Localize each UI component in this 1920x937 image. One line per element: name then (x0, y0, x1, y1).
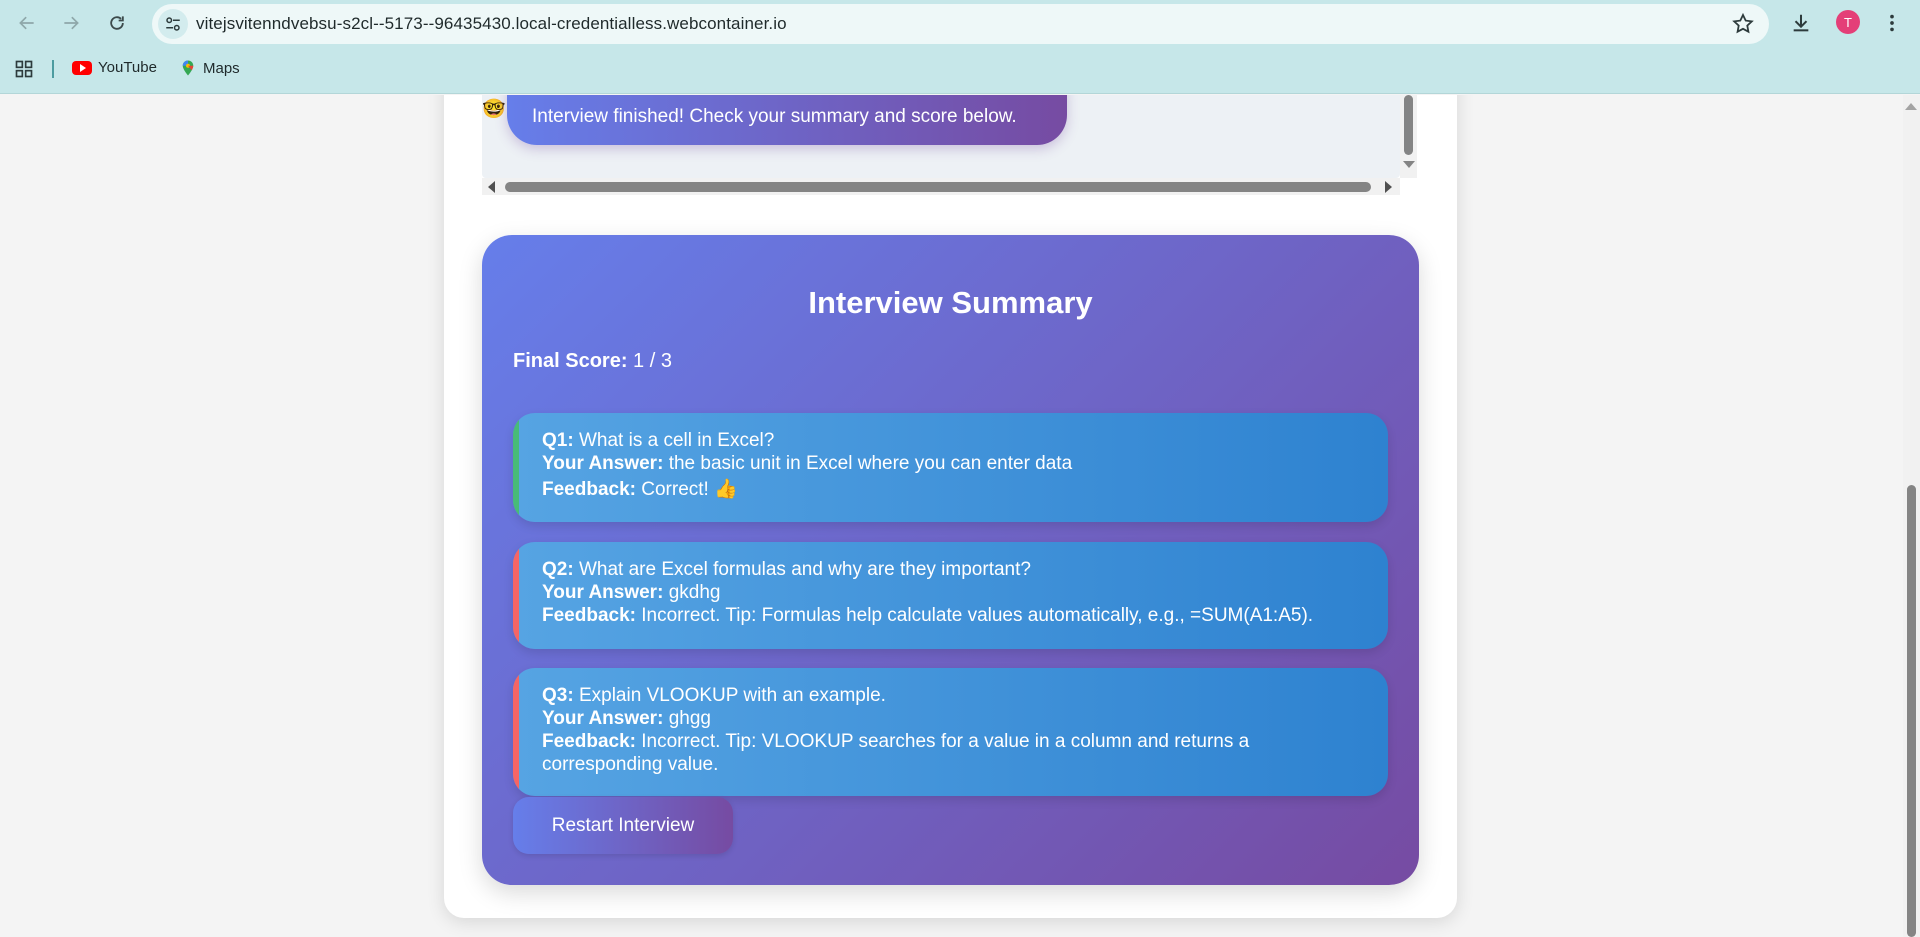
question-result-card: Q1: What is a cell in Excel? Your Answer… (513, 413, 1388, 522)
reload-icon (110, 16, 124, 30)
restart-interview-button[interactable]: Restart Interview (513, 797, 733, 854)
answer-text: gkdhg (668, 582, 721, 603)
scroll-right-arrow-icon[interactable] (1385, 181, 1392, 193)
bookmark-label: YouTube (98, 59, 157, 76)
maps-icon (182, 60, 194, 76)
bookmark-label: Maps (203, 59, 240, 77)
bookmark-youtube[interactable]: YouTube (72, 59, 157, 76)
scroll-left-arrow-icon[interactable] (488, 181, 495, 193)
bookmark-star-icon[interactable] (1731, 12, 1755, 36)
feedback-text: Incorrect. Tip: VLOOKUP searches for a v… (542, 731, 1250, 775)
final-score-label: Final Score: (513, 350, 628, 372)
page-scroll-up-arrow-icon[interactable] (1905, 103, 1917, 110)
question-result-card: Q2: What are Excel formulas and why are … (513, 542, 1388, 649)
bot-message-text: Interview finished! Check your summary a… (532, 106, 1017, 127)
download-icon (1793, 14, 1809, 32)
answer-text: the basic unit in Excel where you can en… (668, 453, 1073, 474)
chat-horizontal-scroll-thumb[interactable] (505, 182, 1371, 192)
youtube-icon (72, 60, 92, 75)
final-score: Final Score: 1 / 3 (513, 350, 672, 373)
apps-grid-icon[interactable] (14, 59, 34, 79)
question-text: Explain VLOOKUP with an example. (578, 685, 886, 706)
feedback-label: Feedback: (542, 479, 636, 500)
thumbs-up-icon: 👍 (714, 479, 738, 500)
feedback-label: Feedback: (542, 605, 636, 626)
bot-avatar-icon: 🤓 (482, 99, 506, 120)
interview-summary-panel: Interview Summary Final Score: 1 / 3 Q1:… (482, 235, 1419, 885)
arrow-left-icon (19, 16, 34, 30)
reload-button[interactable] (101, 7, 133, 39)
downloads-button[interactable] (1786, 8, 1816, 38)
question-label: Q2: (542, 559, 574, 580)
url-text[interactable]: vitejsvitenndvebsu-s2cl--5173--96435430.… (196, 14, 787, 34)
back-button[interactable] (11, 7, 43, 39)
chat-vertical-scroll-thumb[interactable] (1404, 95, 1413, 155)
feedback-text: Correct! (641, 479, 709, 500)
question-text: What is a cell in Excel? (578, 430, 775, 451)
more-vertical-icon (1890, 14, 1894, 32)
bookmarks-bar: YouTube Maps (0, 56, 1920, 82)
page-scroll-thumb[interactable] (1907, 485, 1916, 937)
feedback-text: Incorrect. Tip: Formulas help calculate … (641, 605, 1314, 626)
bookmark-separator (52, 60, 54, 78)
browser-menu-button[interactable] (1877, 8, 1907, 38)
browser-chrome: vitejsvitenndvebsu-s2cl--5173--96435430.… (0, 0, 1920, 94)
question-label: Q1: (542, 430, 574, 451)
answer-label: Your Answer: (542, 453, 664, 474)
address-bar[interactable]: vitejsvitenndvebsu-s2cl--5173--96435430.… (152, 4, 1769, 44)
scroll-down-arrow-icon[interactable] (1403, 161, 1415, 168)
answer-text: ghgg (668, 708, 711, 729)
bookmark-maps[interactable]: Maps (179, 59, 240, 77)
bot-message-bubble: Interview finished! Check your summary a… (507, 95, 1067, 145)
summary-title: Interview Summary (808, 285, 1093, 320)
arrow-right-icon (64, 16, 79, 30)
forward-button[interactable] (55, 7, 87, 39)
profile-avatar[interactable]: T (1836, 10, 1860, 34)
answer-label: Your Answer: (542, 582, 664, 603)
tune-icon (166, 17, 180, 31)
answer-label: Your Answer: (542, 708, 664, 729)
question-text: What are Excel formulas and why are they… (578, 559, 1031, 580)
question-label: Q3: (542, 685, 574, 706)
site-info-button[interactable] (158, 9, 188, 39)
final-score-value: 1 / 3 (633, 350, 672, 372)
feedback-label: Feedback: (542, 731, 636, 752)
page-viewport: 🤓 Interview finished! Check your summary… (0, 95, 1920, 937)
question-result-card: Q3: Explain VLOOKUP with an example. You… (513, 668, 1388, 796)
